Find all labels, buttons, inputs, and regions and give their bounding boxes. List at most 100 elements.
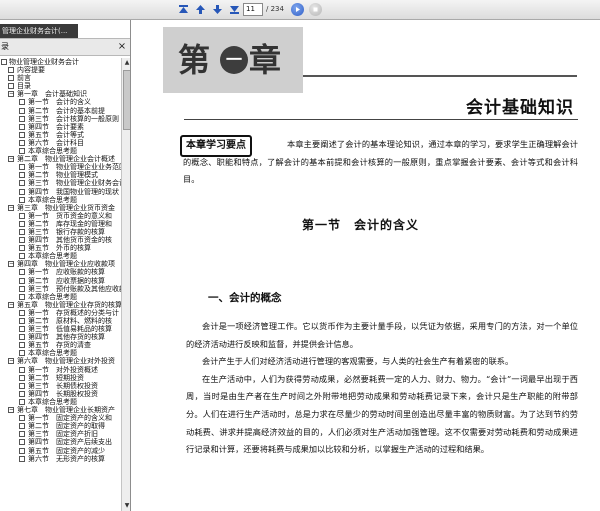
scroll-up-icon[interactable]: ▲ [123, 59, 130, 67]
bookmark-item[interactable]: 第五节 存货的清查 [0, 341, 121, 349]
bookmark-item[interactable]: 本章综合思考题 [0, 398, 121, 406]
expand-toggle-icon[interactable]: − [8, 204, 14, 211]
bookmark-label: 第五节 固定资产的减少 [28, 446, 105, 455]
bookmark-item[interactable]: 第二节 固定资产的取得 [0, 422, 121, 430]
expand-toggle-icon[interactable]: − [8, 358, 14, 365]
bookmark-item[interactable]: 第二节 原材料、燃料的核 [0, 317, 121, 325]
bookmark-item[interactable]: 第一节 存货概述的分类与计 [0, 309, 121, 317]
bookmark-label: 第五章 物业管理企业存货的核算 [17, 300, 121, 309]
bookmark-item[interactable]: 第三节 低值易耗品的核算 [0, 325, 121, 333]
bookmark-item[interactable]: 本章综合思考题 [0, 293, 121, 301]
bookmark-item[interactable]: 第四节 固定资产后续支出 [0, 438, 121, 446]
bookmark-item[interactable]: 第二节 库存现金的管理和 [0, 220, 121, 228]
bookmark-icon [19, 245, 25, 252]
bookmark-label: 第二节 物业管理模式 [28, 171, 98, 180]
bookmark-item[interactable]: 第三节 长期债权投资 [0, 382, 121, 390]
bookmark-item[interactable]: 第三节 银行存款的核算 [0, 228, 121, 236]
bookmark-label: 第二节 会计的基本前提 [28, 106, 105, 115]
bookmark-item[interactable]: − 第五章 物业管理企业存货的核算 [0, 301, 121, 309]
chapter-number-circle: 一 [220, 46, 248, 74]
bookmark-item[interactable]: 第二节 物业管理模式 [0, 171, 121, 179]
bookmark-label: 第三章 物业管理企业货币资金 [17, 203, 115, 212]
expand-toggle-icon[interactable]: − [8, 156, 14, 163]
bookmark-item[interactable]: − 第四章 物业管理企业应收款项 [0, 260, 121, 268]
bookmark-item[interactable]: 第六节 无形资产的核算 [0, 455, 121, 463]
bookmark-item[interactable]: 第三节 固定资产折旧 [0, 430, 121, 438]
bookmark-item[interactable]: 第二节 应收票据的核算 [0, 277, 121, 285]
expand-toggle-icon[interactable]: − [8, 261, 14, 268]
bookmark-item[interactable]: 第一节 物业管理企业业务范围 [0, 163, 121, 171]
document-tab[interactable]: 管理企业财务会计(... [0, 24, 78, 38]
bookmark-item[interactable]: 第三节 物业管理企业财务会计 [0, 179, 121, 187]
first-page-button[interactable] [177, 3, 190, 16]
bookmark-label: 第四章 物业管理企业应收款项 [17, 260, 115, 269]
bookmark-icon [19, 180, 25, 187]
bookmark-tree: 物业管理企业财务会计 内容提要 前言 目录 − 第一章 会计基础知识 第一节 会计的含义 第二… [0, 58, 121, 511]
bookmark-label: 第四节 我国物业管理的现状 [28, 187, 119, 196]
bookmark-icon [19, 439, 25, 446]
bookmark-icon [19, 455, 25, 462]
bookmark-panel: 管理企业财务会计(... 录 × 物业管理企业财务会计 内容提要 前言 目录 − 第一章 … [0, 20, 131, 511]
bookmark-item[interactable]: 第二节 短期投资 [0, 374, 121, 382]
stop-button[interactable] [309, 3, 322, 16]
bookmark-item[interactable]: 第三节 预付账款及其他应收款 [0, 285, 121, 293]
last-page-button[interactable] [228, 3, 241, 16]
bookmark-label: 第三节 固定资产折旧 [28, 430, 98, 439]
expand-toggle-icon[interactable]: − [8, 407, 14, 414]
bookmark-label: 第一节 固定资产的含义和 [28, 414, 112, 423]
bookmark-icon [19, 318, 25, 324]
body-text: 会计是一项经济管理工作。它以货币作为主要计量手段，以凭证为依据，采用专门的方法，… [186, 318, 578, 459]
bookmark-item[interactable]: 第四节 长期股权投资 [0, 390, 121, 398]
bookmark-item[interactable]: 本章综合思考题 [0, 196, 121, 204]
previous-page-button[interactable] [194, 3, 207, 16]
bookmark-icon [19, 115, 25, 122]
bookmark-item[interactable]: 第一节 对外投资概述 [0, 366, 121, 374]
bookmark-label: 内容提要 [17, 66, 45, 75]
bookmark-item[interactable]: 第二节 会计的基本前提 [0, 107, 121, 115]
bookmark-item[interactable]: 第六节 会计科目 [0, 139, 121, 147]
bookmark-item[interactable]: − 第一章 会计基础知识 [0, 90, 121, 98]
page-number-input[interactable]: 11 [243, 3, 263, 16]
bookmark-item[interactable]: 第一节 应收账款的核算 [0, 268, 121, 276]
expand-toggle-icon[interactable]: − [8, 301, 14, 308]
last-page-icon [230, 6, 239, 14]
bookmark-icon [8, 67, 14, 74]
paragraph: 在生产活动中，人们为获得劳动成果，必然要耗费一定的人力、财力、物力。“会计”一词… [186, 373, 578, 455]
scroll-down-icon[interactable]: ▼ [123, 502, 130, 510]
bookmark-item[interactable]: 本章综合思考题 [0, 252, 121, 260]
bookmark-item[interactable]: 第一节 固定资产的含义和 [0, 414, 121, 422]
bookmark-item[interactable]: 第五节 外币的核算 [0, 244, 121, 252]
bookmark-item[interactable]: 第五节 固定资产的减少 [0, 447, 121, 455]
scroll-thumb[interactable] [123, 70, 130, 130]
bookmark-label: 第一节 物业管理企业业务范围 [28, 163, 121, 172]
bookmark-item[interactable]: 目录 [0, 82, 121, 90]
expand-toggle-icon[interactable]: − [8, 91, 14, 98]
bookmark-item[interactable]: 内容提要 [0, 66, 121, 74]
bookmark-item[interactable]: 第一节 会计的含义 [0, 98, 121, 106]
bookmark-icon [19, 398, 25, 405]
bookmark-item[interactable]: − 第六章 物业管理企业对外投资 [0, 357, 121, 365]
bookmark-item[interactable]: − 第七章 物业管理企业长期资产 [0, 406, 121, 414]
bookmark-item[interactable]: 第四节 会计要素 [0, 123, 121, 131]
bookmark-item[interactable]: 本章综合思考题 [0, 349, 121, 357]
bookmark-icon [19, 220, 25, 227]
bookmark-item[interactable]: − 第三章 物业管理企业货币资金 [0, 204, 121, 212]
bookmark-item[interactable]: 第四节 其他货币资金的核 [0, 236, 121, 244]
bookmark-item[interactable]: 本章综合思考题 [0, 147, 121, 155]
bookmark-item[interactable]: 第一节 货币资金的意义和 [0, 212, 121, 220]
bookmark-item[interactable]: 物业管理企业财务会计 [0, 58, 121, 66]
bookmark-label: 第二节 短期投资 [28, 373, 84, 382]
bookmark-label: 第三节 预付账款及其他应收款 [28, 284, 121, 293]
close-icon[interactable]: × [116, 41, 128, 53]
go-to-page-button[interactable] [291, 3, 304, 16]
bookmark-item[interactable]: − 第二章 物业管理企业会计概述 [0, 155, 121, 163]
bookmark-label: 第一节 存货概述的分类与计 [28, 308, 119, 317]
bookmark-item[interactable]: 第三节 会计核算的一般原则 [0, 115, 121, 123]
bookmark-icon [19, 382, 25, 389]
next-page-button[interactable] [211, 3, 224, 16]
bookmark-item[interactable]: 第五节 会计等式 [0, 131, 121, 139]
bookmark-scrollbar[interactable]: ▲ ▼ [121, 58, 130, 511]
bookmark-item[interactable]: 前言 [0, 74, 121, 82]
bookmark-item[interactable]: 第四节 我国物业管理的现状 [0, 188, 121, 196]
bookmark-item[interactable]: 第四节 其他存货的核算 [0, 333, 121, 341]
